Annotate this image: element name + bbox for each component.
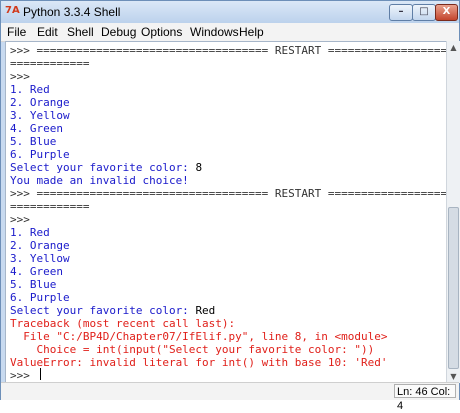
output-line: 6. Purple — [10, 291, 70, 304]
line-text: 2. Orange — [10, 239, 70, 252]
line-text: >>> — [10, 213, 30, 226]
scroll-down-arrow-icon[interactable]: ▼ — [448, 371, 459, 382]
maximize-button[interactable]: □ — [412, 4, 436, 21]
menu-bar: File Edit Shell Debug Options Windows He… — [1, 23, 459, 42]
line-text: >>> — [10, 70, 30, 83]
output-line: You made an invalid choice! — [10, 174, 189, 187]
line-text: >>> =================================== … — [10, 44, 447, 57]
title-bar[interactable]: 7A Python 3.3.4 Shell – □ X — [1, 1, 459, 23]
cursor-position: Ln: 46 Col: 4 — [394, 384, 456, 412]
line-text: 5. Blue — [10, 135, 57, 148]
line-text: 5. Blue — [10, 278, 57, 291]
scroll-up-arrow-icon[interactable]: ▲ — [448, 42, 459, 53]
line-text: 6. Purple — [10, 148, 70, 161]
menu-file[interactable]: File — [7, 25, 26, 39]
line-text: ============ — [10, 57, 90, 70]
output-line: 3. Yellow — [10, 109, 70, 122]
line-text: Traceback (most recent call last): — [10, 317, 236, 330]
error-line: ValueError: invalid literal for int() wi… — [10, 356, 388, 369]
line-text: 6. Purple — [10, 291, 70, 304]
error-line: File "C:/BP4D/Chapter07/IfElif.py", line… — [10, 330, 388, 343]
line-text: ============ — [10, 200, 90, 213]
output-line: 4. Green — [10, 265, 63, 278]
menu-options[interactable]: Options — [141, 25, 182, 39]
prompt-line: >>> — [10, 213, 30, 226]
error-line: Choice = int(input("Select your favorite… — [10, 343, 374, 356]
prompt-line: ============ — [10, 200, 89, 213]
line-text: >>> — [10, 369, 37, 382]
prompt-line: >>> — [10, 369, 37, 382]
line-text: 3. Yellow — [10, 252, 70, 265]
output-line: Select your favorite color: Red — [10, 304, 215, 317]
menu-help[interactable]: Help — [239, 25, 264, 39]
error-line: Traceback (most recent call last): — [10, 317, 235, 330]
text-cursor — [40, 368, 41, 380]
shell-text-area[interactable]: >>> =================================== … — [5, 41, 447, 383]
prompt-line: ============ — [10, 57, 89, 70]
line-text: You made an invalid choice! — [10, 174, 189, 187]
menu-shell[interactable]: Shell — [67, 25, 94, 39]
prompt-line: >>> =================================== … — [10, 187, 447, 200]
output-line: 5. Blue — [10, 278, 56, 291]
output-line: 3. Yellow — [10, 252, 70, 265]
user-input: Red — [195, 304, 216, 317]
window-title: Python 3.3.4 Shell — [23, 5, 121, 19]
line-text: >>> =================================== … — [10, 187, 447, 200]
close-button[interactable]: X — [435, 4, 458, 21]
scroll-thumb[interactable] — [448, 207, 459, 369]
output-line: 5. Blue — [10, 135, 56, 148]
line-text: 4. Green — [10, 122, 63, 135]
line-text: 1. Red — [10, 226, 50, 239]
status-bar: Ln: 46 Col: 4 — [1, 382, 459, 412]
output-line: 1. Red — [10, 83, 50, 96]
line-text: 3. Yellow — [10, 109, 70, 122]
vertical-scrollbar[interactable]: ▲ ▼ — [446, 41, 460, 383]
line-text: 4. Green — [10, 265, 63, 278]
output-line: 2. Orange — [10, 96, 70, 109]
python-idle-icon: 7A — [5, 5, 20, 16]
line-text: File "C:/BP4D/Chapter07/IfElif.py", line… — [10, 330, 388, 343]
prompt-line: >>> =================================== … — [10, 44, 447, 57]
line-text: Select your favorite color: — [10, 161, 196, 174]
output-line: 6. Purple — [10, 148, 70, 161]
output-line: 2. Orange — [10, 239, 70, 252]
output-line: 1. Red — [10, 226, 50, 239]
line-text: 1. Red — [10, 83, 50, 96]
output-line: Select your favorite color: 8 — [10, 161, 202, 174]
menu-debug[interactable]: Debug — [101, 25, 136, 39]
prompt-line: >>> — [10, 70, 30, 83]
menu-edit[interactable]: Edit — [37, 25, 58, 39]
menu-windows[interactable]: Windows — [190, 25, 239, 39]
line-text: Select your favorite color: — [10, 304, 196, 317]
python-shell-window: 7A Python 3.3.4 Shell – □ X File Edit Sh… — [0, 0, 460, 412]
line-text: ValueError: invalid literal for int() wi… — [10, 356, 388, 369]
minimize-button[interactable]: – — [389, 4, 413, 21]
output-line: 4. Green — [10, 122, 63, 135]
line-text: Choice = int(input("Select your favorite… — [10, 343, 375, 356]
user-input: 8 — [195, 161, 203, 174]
line-text: 2. Orange — [10, 96, 70, 109]
